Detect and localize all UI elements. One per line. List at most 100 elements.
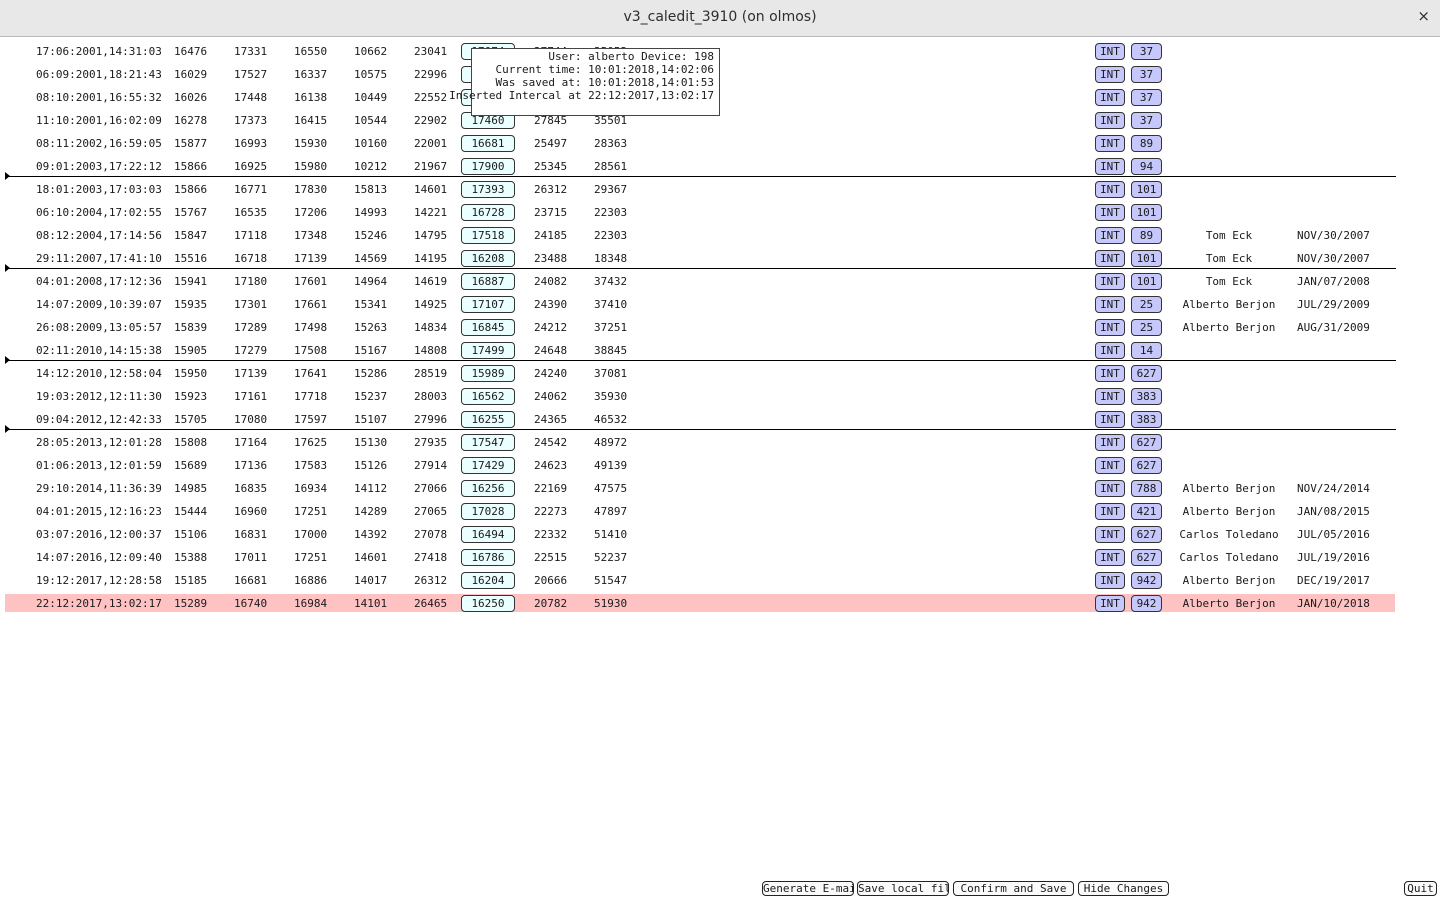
row-editable-value[interactable]: 17900 bbox=[461, 158, 515, 175]
row-device-button[interactable]: 942 bbox=[1131, 595, 1162, 612]
table-row[interactable]: 28:05:2013,12:01:28 15808 17164 17625 15130 2… bbox=[0, 433, 1440, 456]
row-editable-value[interactable]: 16250 bbox=[461, 595, 515, 612]
row-device-button[interactable]: 788 bbox=[1131, 480, 1162, 497]
row-editable-value[interactable]: 17107 bbox=[461, 296, 515, 313]
row-device-button[interactable]: 37 bbox=[1131, 89, 1162, 106]
row-type-button[interactable]: INT bbox=[1095, 503, 1125, 520]
row-editable-value[interactable]: 16786 bbox=[461, 549, 515, 566]
row-editable-value[interactable]: 17429 bbox=[461, 457, 515, 474]
row-type-button[interactable]: INT bbox=[1095, 89, 1125, 106]
row-device-button[interactable]: 94 bbox=[1131, 158, 1162, 175]
row-device-button[interactable]: 89 bbox=[1131, 227, 1162, 244]
table-row[interactable]: 04:01:2008,17:12:36 15941 17180 17601 14964 1… bbox=[0, 272, 1440, 295]
row-device-button[interactable]: 37 bbox=[1131, 66, 1162, 83]
table-row[interactable]: 04:01:2015,12:16:23 15444 16960 17251 14289 2… bbox=[0, 502, 1440, 525]
row-device-button[interactable]: 25 bbox=[1131, 296, 1162, 313]
row-type-button[interactable]: INT bbox=[1095, 388, 1125, 405]
row-device-button[interactable]: 101 bbox=[1131, 204, 1162, 221]
row-device-button[interactable]: 37 bbox=[1131, 43, 1162, 60]
row-device-button[interactable]: 383 bbox=[1131, 411, 1162, 428]
row-type-button[interactable]: INT bbox=[1095, 135, 1125, 152]
row-editable-value[interactable]: 16728 bbox=[461, 204, 515, 221]
table-row[interactable]: 06:10:2004,17:02:55 15767 16535 17206 14993 1… bbox=[0, 203, 1440, 226]
quit-button[interactable]: Quit bbox=[1404, 881, 1437, 896]
row-editable-value[interactable]: 15989 bbox=[461, 365, 515, 382]
row-type-button[interactable]: INT bbox=[1095, 595, 1125, 612]
row-editable-value[interactable]: 16255 bbox=[461, 411, 515, 428]
row-device-button[interactable]: 627 bbox=[1131, 526, 1162, 543]
row-device-button[interactable]: 421 bbox=[1131, 503, 1162, 520]
table-row[interactable]: 18:01:2003,17:03:03 15866 16771 17830 15813 1… bbox=[0, 180, 1440, 203]
table-row-current[interactable]: 22:12:2017,13:02:17 15289 16740 16984 14101 2… bbox=[0, 594, 1440, 617]
hide-changes-button[interactable]: Hide Changes bbox=[1078, 881, 1169, 896]
row-type-button[interactable]: INT bbox=[1095, 273, 1125, 290]
table-row[interactable]: 19:03:2012,12:11:30 15923 17161 17718 15237 2… bbox=[0, 387, 1440, 410]
table-row[interactable]: 19:12:2017,12:28:58 15185 16681 16886 14017 2… bbox=[0, 571, 1440, 594]
table-row[interactable]: 06:09:2001,18:21:43 16029 17527 16337 10575 2… bbox=[0, 65, 1440, 88]
row-device-button[interactable]: 89 bbox=[1131, 135, 1162, 152]
row-device-button[interactable]: 25 bbox=[1131, 319, 1162, 336]
row-device-button[interactable]: 627 bbox=[1131, 365, 1162, 382]
table-row[interactable]: 11:10:2001,16:02:09 16278 17373 16415 10544 2… bbox=[0, 111, 1440, 134]
row-device-button[interactable]: 37 bbox=[1131, 112, 1162, 129]
row-editable-value[interactable]: 16887 bbox=[461, 273, 515, 290]
row-type-button[interactable]: INT bbox=[1095, 480, 1125, 497]
row-device-button[interactable]: 942 bbox=[1131, 572, 1162, 589]
table-row[interactable]: 17:06:2001,14:31:03 16476 17331 16550 10662 2… bbox=[0, 42, 1440, 65]
row-type-button[interactable]: INT bbox=[1095, 112, 1125, 129]
row-type-button[interactable]: INT bbox=[1095, 365, 1125, 382]
row-type-button[interactable]: INT bbox=[1095, 66, 1125, 83]
row-type-button[interactable]: INT bbox=[1095, 204, 1125, 221]
row-type-button[interactable]: INT bbox=[1095, 434, 1125, 451]
table-row[interactable]: 26:08:2009,13:05:57 15839 17289 17498 15263 1… bbox=[0, 318, 1440, 341]
row-device-button[interactable]: 101 bbox=[1131, 181, 1162, 198]
row-device-button[interactable]: 627 bbox=[1131, 434, 1162, 451]
table-row[interactable]: 14:07:2016,12:09:40 15388 17011 17251 14601 2… bbox=[0, 548, 1440, 571]
table-row[interactable]: 14:07:2009,10:39:07 15935 17301 17661 15341 1… bbox=[0, 295, 1440, 318]
table-row[interactable]: 08:11:2002,16:59:05 15877 16993 15930 10160 2… bbox=[0, 134, 1440, 157]
row-type-button[interactable]: INT bbox=[1095, 572, 1125, 589]
row-device-button[interactable]: 627 bbox=[1131, 549, 1162, 566]
row-editable-value[interactable]: 16562 bbox=[461, 388, 515, 405]
row-device-button[interactable]: 101 bbox=[1131, 273, 1162, 290]
row-type-button[interactable]: INT bbox=[1095, 181, 1125, 198]
row-type-button[interactable]: INT bbox=[1095, 457, 1125, 474]
row-device-button[interactable]: 14 bbox=[1131, 342, 1162, 359]
row-editable-value[interactable]: 16494 bbox=[461, 526, 515, 543]
row-type-button[interactable]: INT bbox=[1095, 296, 1125, 313]
row-editable-value[interactable]: 16208 bbox=[461, 250, 515, 267]
row-device-button[interactable]: 383 bbox=[1131, 388, 1162, 405]
row-type-button[interactable]: INT bbox=[1095, 526, 1125, 543]
generate-email-button[interactable]: Generate E-mail bbox=[762, 881, 854, 896]
row-type-button[interactable]: INT bbox=[1095, 158, 1125, 175]
row-editable-value[interactable]: 17499 bbox=[461, 342, 515, 359]
row-device-button[interactable]: 101 bbox=[1131, 250, 1162, 267]
row-device-button[interactable]: 627 bbox=[1131, 457, 1162, 474]
close-icon[interactable]: × bbox=[1417, 7, 1430, 25]
row-editable-value[interactable]: 17028 bbox=[461, 503, 515, 520]
table-row[interactable]: 01:06:2013,12:01:59 15689 17136 17583 15126 2… bbox=[0, 456, 1440, 479]
row-type-button[interactable]: INT bbox=[1095, 227, 1125, 244]
save-local-file-button[interactable]: Save local file bbox=[857, 881, 949, 896]
table-row[interactable]: 08:10:2001,16:55:32 16026 17448 16138 10449 2… bbox=[0, 88, 1440, 111]
row-editable-value[interactable]: 16204 bbox=[461, 572, 515, 589]
row-type-button[interactable]: INT bbox=[1095, 411, 1125, 428]
row-type-button[interactable]: INT bbox=[1095, 319, 1125, 336]
row-date: 09:01:2003,17:22:12 bbox=[36, 160, 162, 173]
row-editable-value[interactable]: 16256 bbox=[461, 480, 515, 497]
table-row[interactable]: 08:12:2004,17:14:56 15847 17118 17348 15246 1… bbox=[0, 226, 1440, 249]
row-type-button[interactable]: INT bbox=[1095, 43, 1125, 60]
row-type-button[interactable]: INT bbox=[1095, 250, 1125, 267]
row-type-button[interactable]: INT bbox=[1095, 549, 1125, 566]
row-editable-value[interactable]: 17393 bbox=[461, 181, 515, 198]
tooltip-saved-time: Was saved at: 10:01:2018,14:01:53 bbox=[495, 76, 714, 89]
table-row[interactable]: 14:12:2010,12:58:04 15950 17139 17641 15286 2… bbox=[0, 364, 1440, 387]
table-row[interactable]: 03:07:2016,12:00:37 15106 16831 17000 14392 2… bbox=[0, 525, 1440, 548]
row-editable-value[interactable]: 17547 bbox=[461, 434, 515, 451]
row-editable-value[interactable]: 16845 bbox=[461, 319, 515, 336]
row-editable-value[interactable]: 17518 bbox=[461, 227, 515, 244]
row-editable-value[interactable]: 16681 bbox=[461, 135, 515, 152]
row-type-button[interactable]: INT bbox=[1095, 342, 1125, 359]
table-row[interactable]: 29:10:2014,11:36:39 14985 16835 16934 14112 2… bbox=[0, 479, 1440, 502]
confirm-and-save-button[interactable]: Confirm and Save bbox=[953, 881, 1074, 896]
